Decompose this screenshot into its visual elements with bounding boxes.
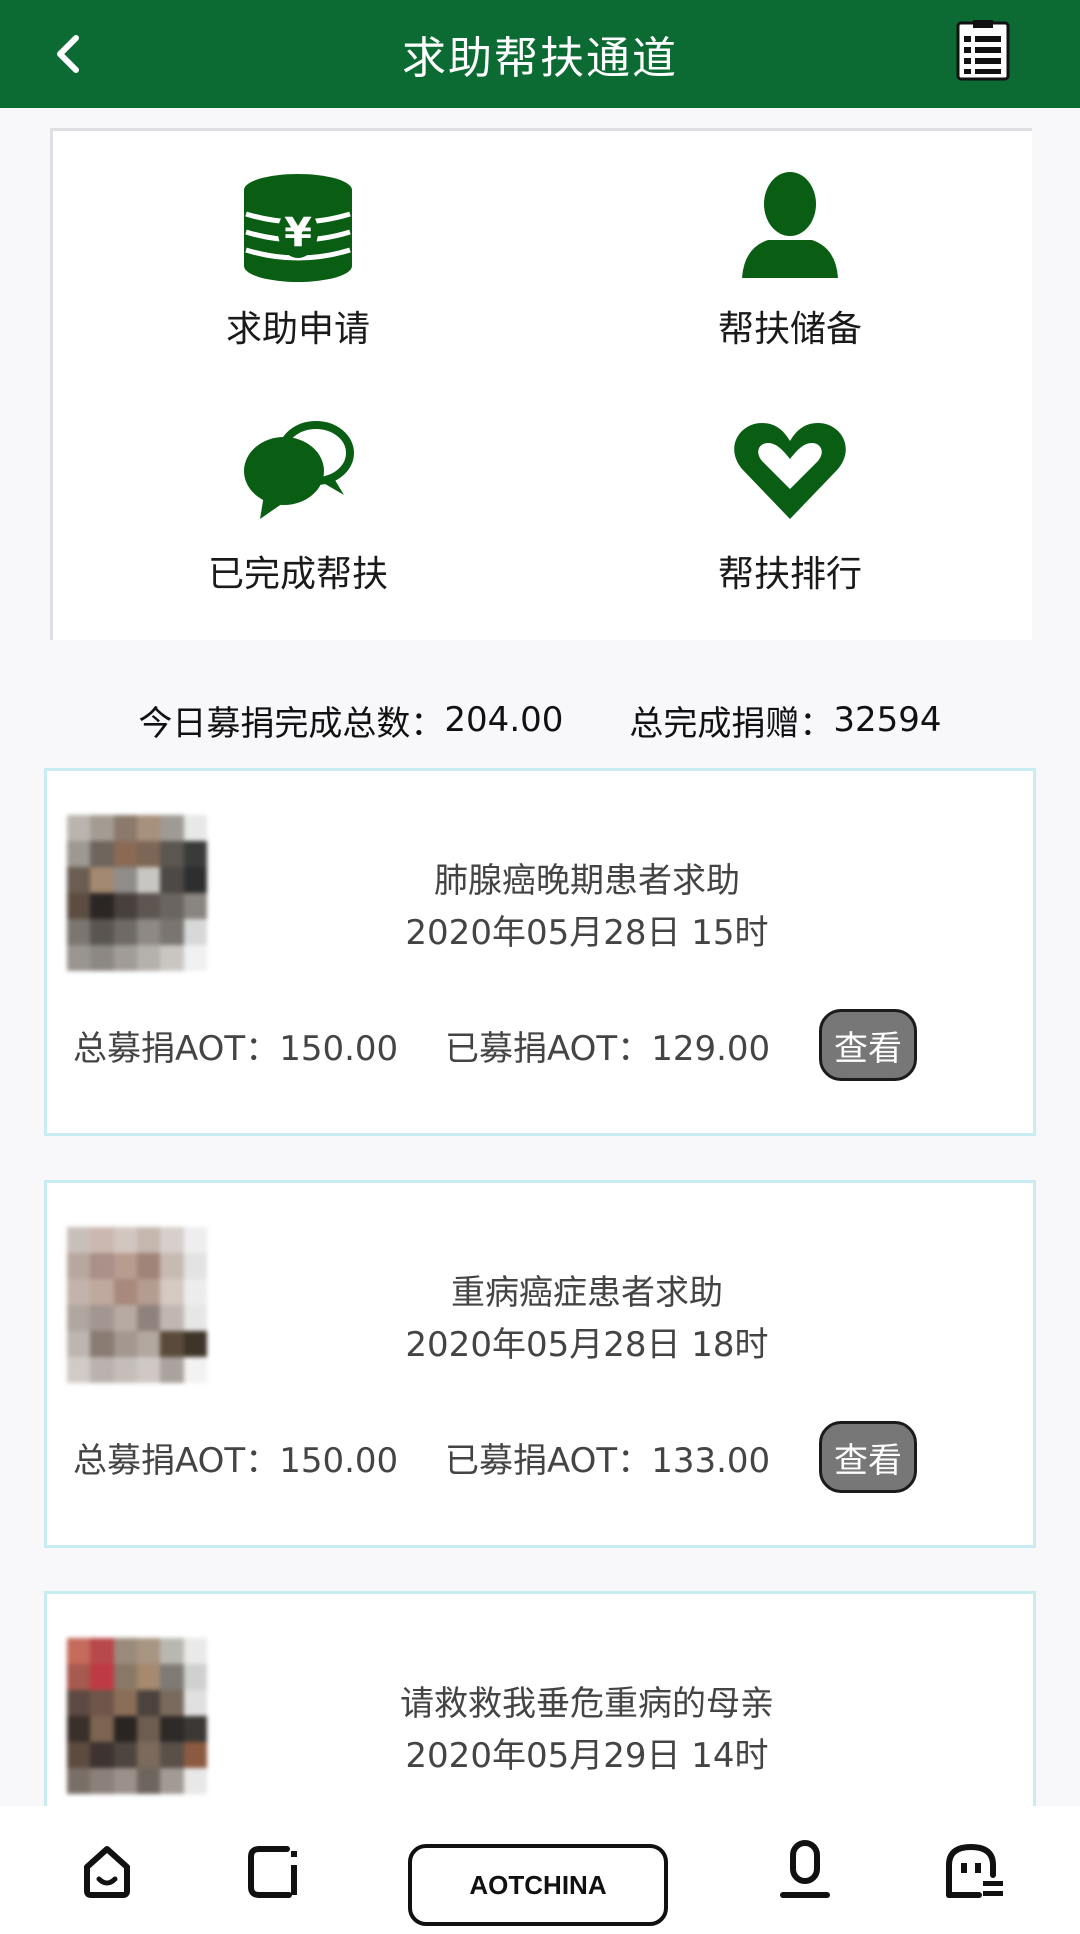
case-total-amount: 总募捐AOT：150.00 xyxy=(73,1029,399,1069)
person-icon xyxy=(742,172,838,278)
donation-stats: 今日募捐完成总数： 204.00 总完成捐赠： 32594 xyxy=(0,690,1080,750)
help-case-card[interactable]: 肺腺癌晚期患者求助 2020年05月28日 15时 总募捐AOT：150.00 … xyxy=(44,768,1036,1136)
total-donation-label: 总完成捐赠： xyxy=(629,703,834,744)
case-avatar xyxy=(67,1227,207,1383)
microphone-icon xyxy=(780,1840,830,1898)
today-total-label: 今日募捐完成总数： xyxy=(138,703,445,744)
face-menu-icon xyxy=(946,1843,1003,1898)
help-case-card[interactable]: 重病癌症患者求助 2020年05月28日 18时 总募捐AOT：150.00 已… xyxy=(44,1180,1036,1548)
bottom-navigation: AOTCHINA xyxy=(0,1806,1080,1934)
heart-icon xyxy=(734,423,846,519)
case-raised-amount: 已募捐AOT：129.00 xyxy=(445,1029,771,1069)
svg-text:¥: ¥ xyxy=(284,210,312,256)
menu-help-reserve-label: 帮扶储备 xyxy=(717,309,862,350)
case-title: 请救救我垂危重病的母亲 xyxy=(400,1684,774,1724)
case-total-amount: 总募捐AOT：150.00 xyxy=(73,1441,399,1481)
case-date: 2020年05月29日 14时 xyxy=(405,1736,769,1776)
top-bar: 求助帮扶通道 xyxy=(0,0,1080,108)
nav-brand-button[interactable]: AOTCHINA xyxy=(408,1844,668,1926)
case-raised-amount: 已募捐AOT：133.00 xyxy=(445,1441,771,1481)
coin-stack-yen-icon: ¥ xyxy=(244,174,352,282)
page-title: 求助帮扶通道 xyxy=(402,33,678,84)
clipboard-list-icon xyxy=(956,20,1010,81)
menu-help-apply[interactable]: ¥ 求助申请 xyxy=(148,166,448,366)
menu-help-ranking-label: 帮扶排行 xyxy=(717,554,862,595)
view-button[interactable]: 查看 xyxy=(819,1421,917,1493)
case-title: 重病癌症患者求助 xyxy=(451,1273,723,1313)
case-date: 2020年05月28日 18时 xyxy=(405,1325,769,1365)
quick-actions-panel: ¥ 求助申请 帮扶储备 已完成帮扶 帮扶排行 xyxy=(50,128,1032,640)
nav-second[interactable] xyxy=(240,1836,310,1906)
nav-voice[interactable] xyxy=(770,1836,840,1906)
menu-completed-help-label: 已完成帮扶 xyxy=(207,554,388,595)
case-avatar xyxy=(67,1638,207,1794)
view-button[interactable]: 查看 xyxy=(819,1009,917,1081)
nav-profile[interactable] xyxy=(940,1836,1010,1906)
today-total-value: 204.00 xyxy=(444,700,564,740)
total-donation-value: 32594 xyxy=(833,700,942,740)
menu-completed-help[interactable]: 已完成帮扶 xyxy=(148,411,448,611)
case-avatar xyxy=(67,815,207,971)
chat-bubbles-icon xyxy=(244,421,354,519)
menu-help-reserve[interactable]: 帮扶储备 xyxy=(640,166,940,366)
menu-help-apply-label: 求助申请 xyxy=(225,309,370,350)
nav-home[interactable] xyxy=(72,1836,142,1906)
home-icon xyxy=(84,1846,130,1898)
case-date: 2020年05月28日 15时 xyxy=(405,913,769,953)
menu-help-ranking[interactable]: 帮扶排行 xyxy=(640,411,940,611)
case-title: 肺腺癌晚期患者求助 xyxy=(434,861,740,901)
square-info-icon xyxy=(248,1846,297,1898)
records-button[interactable] xyxy=(955,20,1011,82)
